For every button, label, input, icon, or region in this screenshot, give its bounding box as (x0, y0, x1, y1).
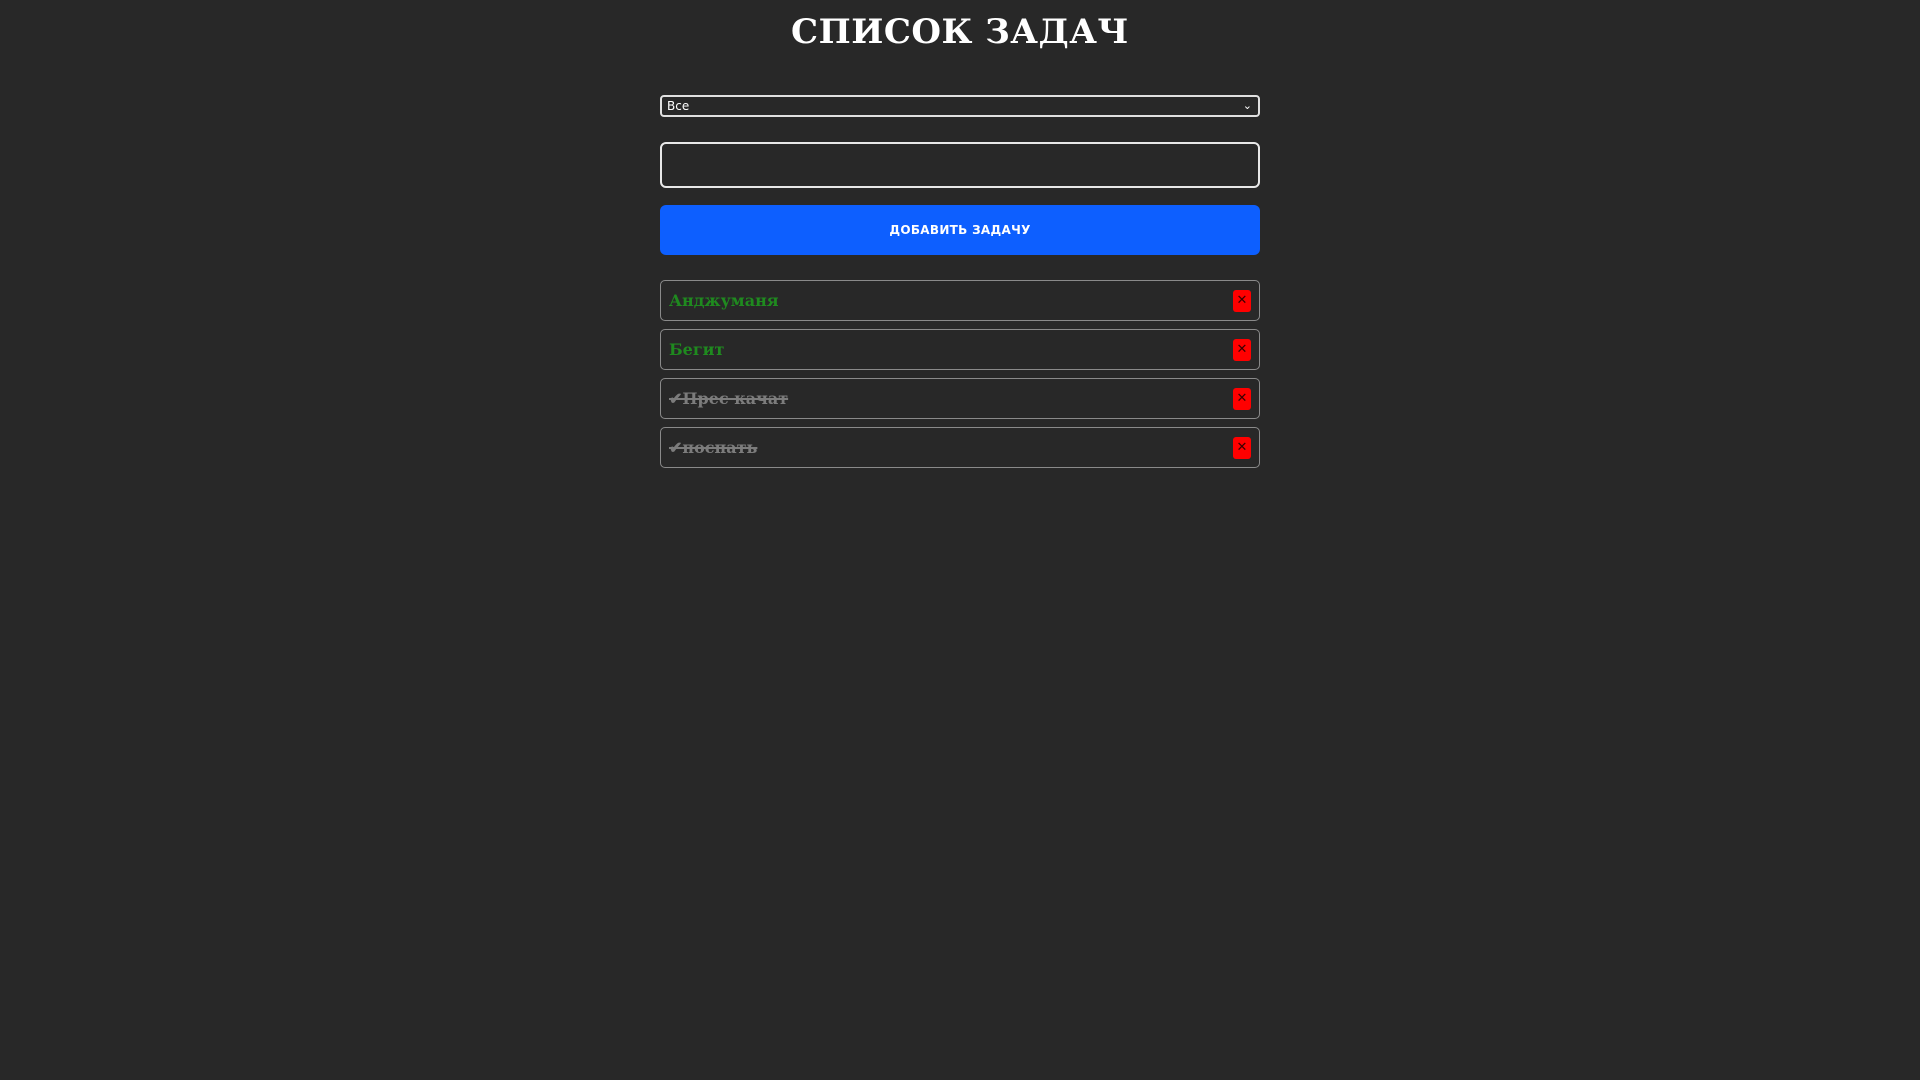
close-icon: ✕ (1236, 342, 1248, 357)
task-text: Бегит (669, 340, 725, 359)
filter-selected-value: Все (667, 99, 690, 113)
new-task-input[interactable] (660, 142, 1260, 188)
close-icon: ✕ (1236, 293, 1248, 308)
chevron-down-icon: ⌄ (1242, 99, 1252, 112)
task-item[interactable]: Бегит ✕ (660, 329, 1260, 370)
delete-task-button[interactable]: ✕ (1233, 290, 1251, 312)
delete-task-button[interactable]: ✕ (1233, 388, 1251, 410)
page-title: СПИСОК ЗАДАЧ (791, 12, 1129, 52)
close-icon: ✕ (1236, 440, 1248, 455)
add-task-button[interactable]: ДОБАВИТЬ ЗАДАЧУ (660, 205, 1260, 255)
close-icon: ✕ (1236, 391, 1248, 406)
task-text: Анджуманя (669, 291, 779, 310)
task-item[interactable]: ✔Прес качат ✕ (660, 378, 1260, 419)
page: СПИСОК ЗАДАЧ Все ⌄ ДОБАВИТЬ ЗАДАЧУ Анджу… (0, 0, 1920, 1080)
filter-select[interactable]: Все ⌄ (660, 95, 1260, 117)
task-text: ✔поспать (669, 438, 758, 457)
delete-task-button[interactable]: ✕ (1233, 339, 1251, 361)
task-text: ✔Прес качат (669, 389, 789, 408)
task-item[interactable]: ✔поспать ✕ (660, 427, 1260, 468)
delete-task-button[interactable]: ✕ (1233, 437, 1251, 459)
task-item[interactable]: Анджуманя ✕ (660, 280, 1260, 321)
todo-container: Все ⌄ ДОБАВИТЬ ЗАДАЧУ Анджуманя ✕ Бегит … (660, 95, 1260, 476)
task-list: Анджуманя ✕ Бегит ✕ ✔Прес качат ✕ ✔поспа… (660, 280, 1260, 468)
